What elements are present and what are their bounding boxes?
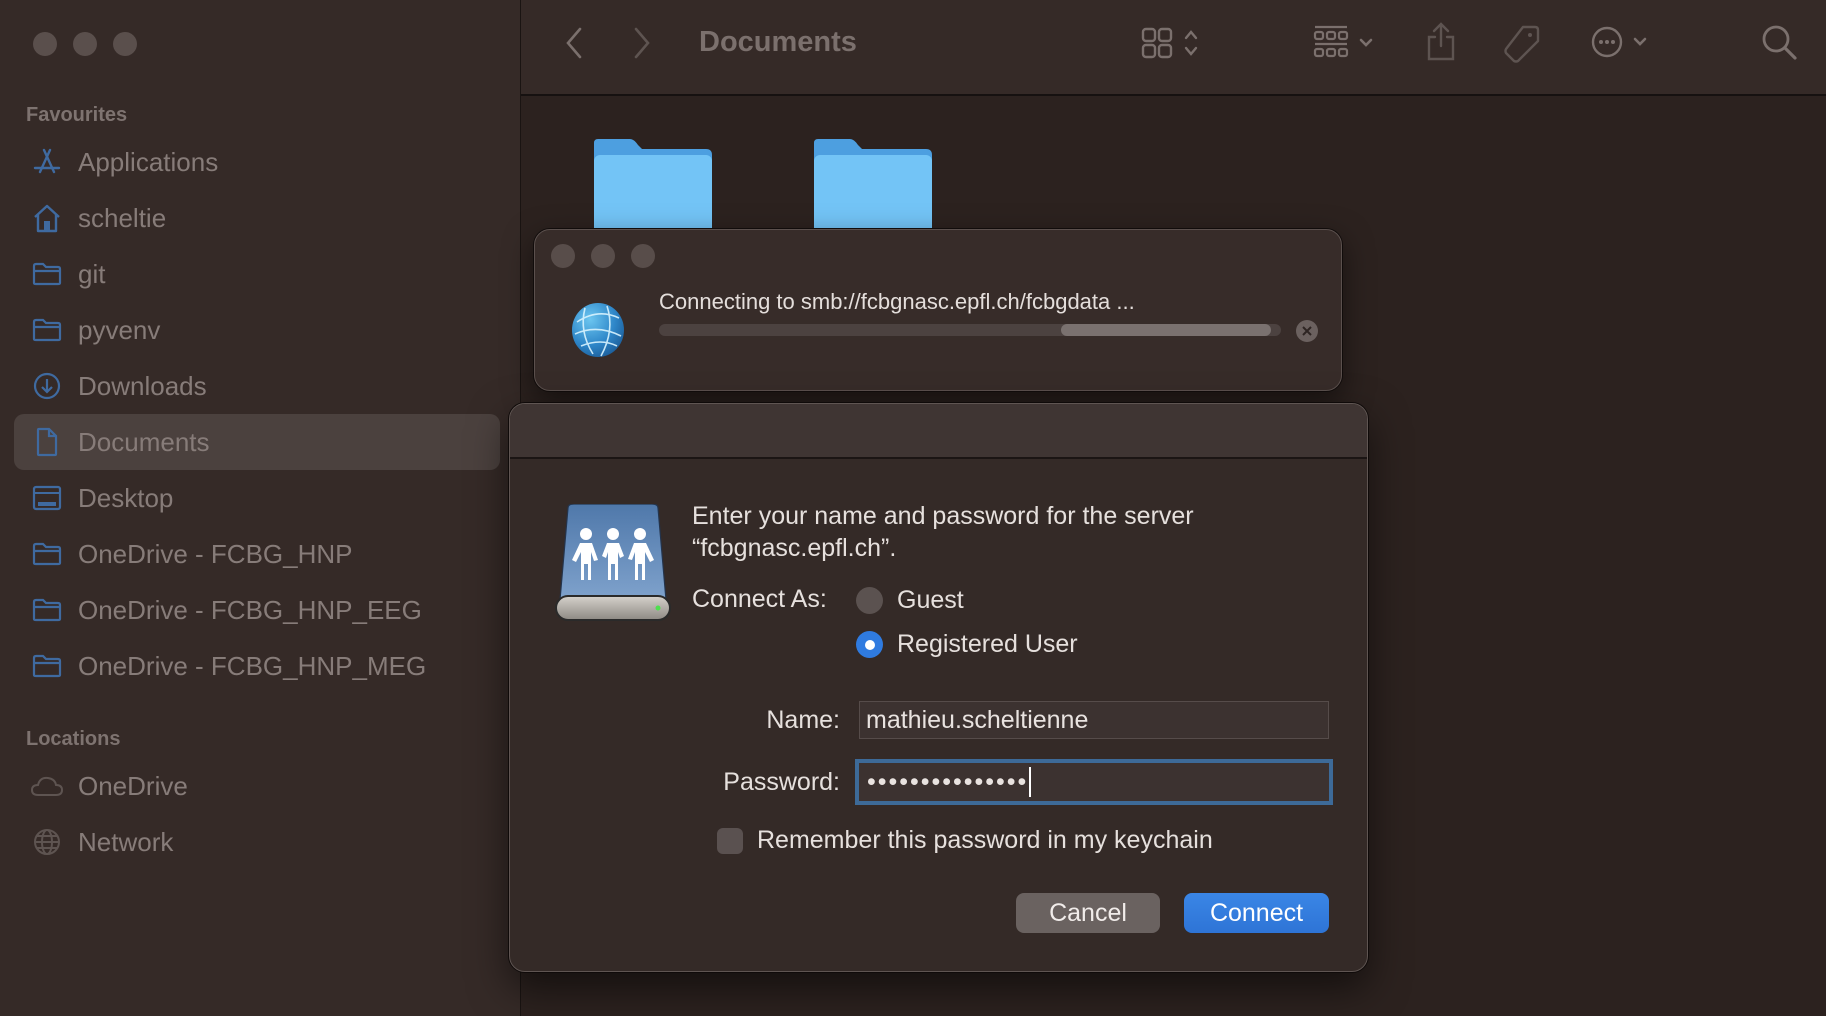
remember-password-label: Remember this password in my keychain [757, 826, 1213, 854]
sidebar-item-label: scheltie [78, 202, 167, 233]
panel-window-controls [551, 244, 655, 268]
folder-item[interactable] [594, 139, 712, 239]
close-panel-button[interactable] [551, 244, 575, 268]
minimize-window-button[interactable] [73, 32, 97, 56]
window-controls [33, 32, 137, 56]
applications-icon [30, 147, 64, 177]
folder-item[interactable] [814, 139, 932, 239]
sidebar-item-label: pyvenv [78, 314, 161, 345]
dialog-message: Enter your name and password for the ser… [692, 500, 1312, 564]
share-icon[interactable] [1425, 22, 1457, 62]
folder-icon [30, 539, 64, 569]
sidebar-item-onedrive-fcbg-hnp[interactable]: OneDrive - FCBG_HNP [14, 526, 500, 582]
cloud-icon [30, 771, 64, 801]
folder-icon [30, 595, 64, 625]
sidebar-item-label: git [78, 258, 106, 289]
registered-user-radio[interactable] [856, 631, 883, 658]
folder-icon [30, 259, 64, 289]
remember-password-option[interactable]: Remember this password in my keychain [717, 826, 1213, 855]
sidebar-item-label: Downloads [78, 370, 207, 401]
close-icon [1302, 326, 1312, 336]
zoom-panel-button[interactable] [631, 244, 655, 268]
sidebar-item-pyvenv[interactable]: pyvenv [14, 302, 500, 358]
dialog-titlebar [510, 404, 1367, 459]
globe-icon [30, 827, 64, 857]
sidebar-item-onedrive-fcbg-hnp-eeg[interactable]: OneDrive - FCBG_HNP_EEG [14, 582, 500, 638]
toolbar: Documents [521, 0, 1826, 96]
sidebar-item-applications[interactable]: Applications [14, 134, 500, 190]
name-field[interactable]: mathieu.scheltienne [859, 701, 1329, 739]
registered-user-radio-option[interactable]: Registered User [856, 630, 1078, 659]
folder-icon [594, 139, 712, 239]
connection-progress-bar [659, 324, 1281, 336]
sidebar-item-onedrive[interactable]: OneDrive [14, 758, 500, 814]
desktop-icon [30, 483, 64, 513]
sidebar-item-label: OneDrive - FCBG_HNP_EEG [78, 594, 422, 625]
sidebar-item-label: Network [78, 826, 174, 857]
text-caret [1029, 767, 1032, 797]
connecting-panel: Connecting to smb://fcbgnasc.epfl.ch/fcb… [534, 229, 1342, 391]
back-icon[interactable] [563, 26, 585, 60]
sidebar-item-label: Applications [78, 146, 219, 177]
network-globe-icon [571, 302, 625, 358]
registered-user-radio-label: Registered User [897, 630, 1078, 658]
guest-radio-option[interactable]: Guest [856, 586, 964, 615]
progress-indicator [1061, 324, 1271, 336]
connect-button[interactable]: Connect [1184, 893, 1329, 933]
document-icon [30, 427, 64, 457]
connecting-message: Connecting to smb://fcbgnasc.epfl.ch/fcb… [659, 289, 1135, 314]
dialog-message-line2: “fcbgnasc.epfl.ch”. [692, 534, 897, 562]
sidebar-item-onedrive-fcbg-hnp-meg[interactable]: OneDrive - FCBG_HNP_MEG [14, 638, 500, 694]
password-label: Password: [723, 768, 840, 796]
tag-icon[interactable] [1503, 24, 1541, 64]
search-icon[interactable] [1761, 24, 1799, 62]
password-field[interactable]: ••••••••••••••• [855, 759, 1333, 805]
sidebar-item-documents[interactable]: Documents [14, 414, 500, 470]
connect-as-label: Connect As: [692, 585, 827, 613]
sidebar: Favourites Applications scheltie git pyv… [0, 0, 520, 1016]
forward-icon[interactable] [631, 26, 653, 60]
section-heading-locations: Locations [26, 728, 121, 750]
sidebar-item-label: Desktop [78, 482, 174, 513]
folder-icon [814, 139, 932, 239]
icon-view-icon[interactable] [1141, 26, 1207, 62]
guest-radio-label: Guest [897, 586, 964, 614]
home-icon [30, 203, 64, 233]
cancel-button[interactable]: Cancel [1016, 893, 1160, 933]
sidebar-item-scheltie[interactable]: scheltie [14, 190, 500, 246]
guest-radio[interactable] [856, 587, 883, 614]
sidebar-item-label: OneDrive [78, 770, 188, 801]
group-icon[interactable] [1313, 24, 1385, 62]
close-window-button[interactable] [33, 32, 57, 56]
dialog-message-line1: Enter your name and password for the ser… [692, 502, 1194, 530]
name-field-value: mathieu.scheltienne [866, 705, 1089, 734]
sidebar-item-label: Documents [78, 426, 210, 457]
authentication-dialog: Enter your name and password for the ser… [509, 403, 1368, 972]
sidebar-item-git[interactable]: git [14, 246, 500, 302]
sidebar-item-desktop[interactable]: Desktop [14, 470, 500, 526]
download-icon [30, 371, 64, 401]
sidebar-item-downloads[interactable]: Downloads [14, 358, 500, 414]
minimize-panel-button[interactable] [591, 244, 615, 268]
sidebar-item-network[interactable]: Network [14, 814, 500, 870]
file-server-icon [554, 503, 672, 622]
remember-password-checkbox[interactable] [717, 827, 743, 854]
stop-connection-button[interactable] [1296, 320, 1318, 342]
password-field-value: ••••••••••••••• [867, 767, 1029, 796]
section-heading-favourites: Favourites [26, 104, 128, 126]
more-icon[interactable] [1591, 24, 1657, 60]
folder-icon [30, 651, 64, 681]
sidebar-item-label: OneDrive - FCBG_HNP [78, 538, 353, 569]
zoom-window-button[interactable] [113, 32, 137, 56]
name-label: Name: [766, 706, 840, 734]
sidebar-item-label: OneDrive - FCBG_HNP_MEG [78, 650, 427, 681]
folder-icon [30, 315, 64, 345]
window-title: Documents [699, 26, 857, 58]
